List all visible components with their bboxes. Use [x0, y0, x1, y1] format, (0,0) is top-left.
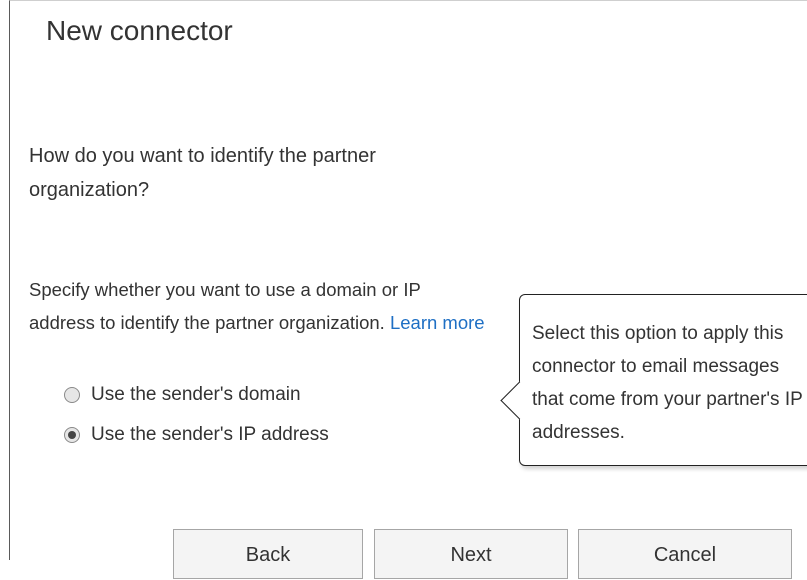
- new-connector-dialog: New connector How do you want to identif…: [9, 0, 807, 579]
- dialog-title: New connector: [46, 15, 233, 46]
- option-sender-ip-address[interactable]: Use the sender's IP address: [64, 415, 329, 455]
- description-body: Specify whether you want to use a domain…: [29, 279, 421, 333]
- help-callout: Select this option to apply this connect…: [500, 294, 807, 466]
- radio-checked-icon[interactable]: [64, 427, 80, 443]
- question-heading: How do you want to identify the partner …: [29, 145, 376, 201]
- next-button[interactable]: Next: [374, 529, 568, 579]
- option-sender-domain[interactable]: Use the sender's domain: [64, 375, 329, 415]
- back-button[interactable]: Back: [173, 529, 363, 579]
- callout-text: Select this option to apply this connect…: [532, 323, 803, 443]
- identify-options-radio-group: Use the sender's domain Use the sender's…: [64, 375, 329, 455]
- option-label: Use the sender's domain: [91, 384, 301, 405]
- option-label: Use the sender's IP address: [91, 424, 329, 445]
- description-text: Specify whether you want to use a domain…: [29, 273, 489, 339]
- cancel-button[interactable]: Cancel: [578, 529, 792, 579]
- learn-more-link[interactable]: Learn more: [390, 312, 485, 333]
- radio-unchecked-icon[interactable]: [64, 387, 80, 403]
